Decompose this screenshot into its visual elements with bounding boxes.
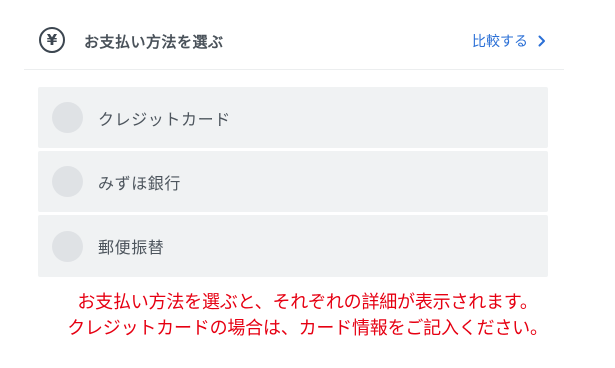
radio-button[interactable] [52, 102, 83, 133]
instruction-note-line-1: お支払い方法を選ぶと、それぞれの詳細が表示されます。 [77, 292, 538, 313]
chevron-right-icon [538, 35, 546, 47]
payment-option-postal-transfer[interactable]: 郵便振替 [38, 215, 548, 277]
instruction-note-line-2: クレジットカードの場合は、カード情報をご記入ください。 [67, 318, 548, 339]
payment-option-label: 郵便振替 [98, 238, 165, 257]
payment-option-label: みずほ銀行 [98, 173, 182, 193]
section-title: お支払い方法を選ぶ [84, 33, 224, 51]
yen-icon: ¥ [39, 27, 65, 53]
compare-link[interactable]: 比較する [472, 31, 546, 51]
radio-button[interactable] [52, 166, 83, 197]
radio-button[interactable] [52, 230, 83, 262]
payment-option-credit-card[interactable]: クレジットカード [38, 87, 548, 148]
payment-options-list: クレジットカード みずほ銀行 郵便振替 [38, 87, 548, 277]
payment-method-header: ¥ お支払い方法を選ぶ 比較する [24, 18, 564, 70]
payment-option-label: クレジットカード [98, 109, 231, 129]
payment-option-mizuho-bank[interactable]: みずほ銀行 [38, 151, 548, 212]
compare-link-label: 比較する [472, 34, 528, 50]
